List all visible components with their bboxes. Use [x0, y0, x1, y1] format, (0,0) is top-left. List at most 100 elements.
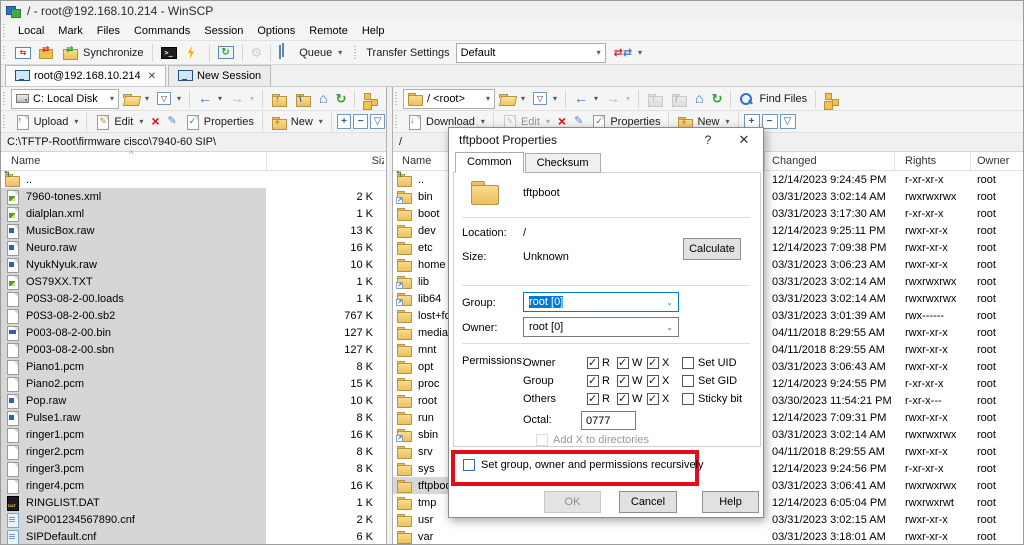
column-header-owner[interactable]: Owner — [977, 155, 1009, 167]
perm-group-r-checkbox[interactable] — [587, 375, 599, 387]
session-tab-new[interactable]: New Session — [168, 65, 271, 86]
owner-select[interactable]: root [0]⌄ — [523, 317, 679, 337]
back-button[interactable]: ←▾ — [570, 88, 602, 110]
file-row[interactable]: RINGLIST.DAT1 K — [1, 494, 386, 511]
perm-owner-x-checkbox[interactable] — [647, 357, 659, 369]
open-directory-button[interactable]: ▾ — [119, 88, 153, 110]
parent-directory-button[interactable]: ↑ — [643, 88, 667, 110]
forward-button[interactable]: →▾ — [226, 88, 258, 110]
toggle-panels-button[interactable]: ⇆ — [11, 42, 35, 64]
file-row[interactable]: SIPDefault.cnf6 K — [1, 528, 386, 545]
filter-files-button[interactable]: ▽ — [370, 114, 385, 129]
root-directory-button[interactable]: / — [667, 88, 691, 110]
preferences-button[interactable]: ⚙ — [247, 42, 267, 64]
refresh-button[interactable]: ↻ — [332, 88, 351, 110]
file-row[interactable]: P0S3-08-2-00.sb2767 K — [1, 307, 386, 324]
transfer-preset-select[interactable]: Default▾ — [456, 43, 606, 63]
menu-item-help[interactable]: Help — [355, 22, 392, 40]
session-tab-active[interactable]: root@192.168.10.214✕ — [5, 65, 166, 86]
menu-item-local[interactable]: Local — [11, 22, 51, 40]
close-tab-icon[interactable]: ✕ — [148, 71, 156, 82]
file-row[interactable]: Piano2.pcm15 K — [1, 375, 386, 392]
file-row[interactable]: OS79XX.TXT1 K — [1, 273, 386, 290]
rename-button[interactable]: ✎ — [164, 111, 181, 133]
file-row[interactable]: dialplan.xml1 K — [1, 205, 386, 222]
edit-button[interactable]: ✎Edit▾ — [91, 111, 147, 133]
new-button[interactable]: +New▾ — [267, 111, 327, 133]
queue-button[interactable]: Queue▾ — [275, 42, 346, 64]
refresh-session-button[interactable]: ↻ — [214, 42, 238, 64]
synchronize-button[interactable]: Synchronize — [59, 42, 148, 64]
file-row[interactable]: Pop.raw10 K — [1, 392, 386, 409]
column-header-name[interactable]: Name — [402, 155, 431, 167]
group-select[interactable]: root [0]⌄ — [523, 292, 679, 312]
dialog-help-icon[interactable]: ? — [691, 128, 725, 152]
refresh-button[interactable]: ↻ — [708, 88, 727, 110]
perm-owner-w-checkbox[interactable] — [617, 357, 629, 369]
column-header-size[interactable]: Size — [266, 155, 384, 167]
octal-input[interactable] — [581, 411, 636, 430]
calculate-button[interactable]: Calculate — [683, 238, 741, 260]
root-directory-button[interactable]: \ — [291, 88, 315, 110]
file-row[interactable]: ringer4.pcm16 K — [1, 477, 386, 494]
menu-item-commands[interactable]: Commands — [127, 22, 197, 40]
tab-common[interactable]: Common — [455, 152, 524, 173]
perm-owner-r-checkbox[interactable] — [587, 357, 599, 369]
select-files-button[interactable]: + — [337, 114, 352, 129]
filter-button[interactable]: ▽▾ — [529, 88, 561, 110]
perm-group-w-checkbox[interactable] — [617, 375, 629, 387]
sticky-bit-checkbox[interactable] — [682, 393, 694, 405]
recursive-checkbox[interactable] — [463, 459, 475, 471]
home-directory-button[interactable]: ⌂ — [691, 88, 707, 110]
local-path-bar[interactable]: C:\TFTP-Root\firmware cisco\7940-60 SIP\ — [1, 133, 386, 152]
file-row[interactable]: NyukNyuk.raw10 K — [1, 256, 386, 273]
file-row[interactable]: ringer2.pcm8 K — [1, 443, 386, 460]
perm-others-x-checkbox[interactable] — [647, 393, 659, 405]
add-x-checkbox[interactable] — [536, 434, 548, 446]
file-row[interactable]: SIP001234567890.cnf2 K — [1, 511, 386, 528]
file-row[interactable]: ringer1.pcm16 K — [1, 426, 386, 443]
open-putty-button[interactable] — [181, 42, 205, 64]
delete-button[interactable]: × — [147, 111, 163, 133]
tree-view-button[interactable] — [820, 88, 844, 110]
tree-view-button[interactable] — [359, 88, 383, 110]
cancel-button[interactable]: Cancel — [619, 491, 677, 513]
find-files-button[interactable]: Find Files — [735, 88, 811, 110]
open-terminal-button[interactable]: >_ — [157, 42, 181, 64]
open-directory-button[interactable]: ▾ — [495, 88, 529, 110]
file-row[interactable]: Piano1.pcm8 K — [1, 358, 386, 375]
file-row[interactable]: var03/31/2023 3:18:01 AMrwxr-xr-xroot — [393, 528, 1024, 545]
perm-others-w-checkbox[interactable] — [617, 393, 629, 405]
file-row[interactable]: ringer3.pcm8 K — [1, 460, 386, 477]
home-directory-button[interactable]: ⌂ — [315, 88, 331, 110]
transfer-options-button[interactable]: ⇄⇄▾ — [610, 42, 646, 64]
column-header-changed[interactable]: Changed — [772, 155, 817, 167]
remote-root-select[interactable]: / <root>▾ — [403, 89, 495, 109]
file-row[interactable]: 7960-tones.xml2 K — [1, 188, 386, 205]
back-button[interactable]: ←▾ — [194, 88, 226, 110]
perm-others-r-checkbox[interactable] — [587, 393, 599, 405]
menu-item-options[interactable]: Options — [250, 22, 302, 40]
filter-button[interactable]: ▽▾ — [153, 88, 185, 110]
tab-checksum[interactable]: Checksum — [525, 153, 601, 173]
file-row[interactable]: Pulse1.raw8 K — [1, 409, 386, 426]
dialog-close-icon[interactable]: ✕ — [727, 128, 761, 152]
menu-item-remote[interactable]: Remote — [302, 22, 355, 40]
ok-button[interactable]: OK — [544, 491, 601, 513]
set-uid-checkbox[interactable] — [682, 357, 694, 369]
forward-button[interactable]: →▾ — [602, 88, 634, 110]
file-row[interactable]: Neuro.raw16 K — [1, 239, 386, 256]
parent-directory-button[interactable]: ↑ — [267, 88, 291, 110]
menu-item-files[interactable]: Files — [90, 22, 127, 40]
drive-select[interactable]: C: Local Disk▾ — [11, 89, 119, 109]
file-row[interactable]: P003-08-2-00.bin127 K — [1, 324, 386, 341]
file-row[interactable]: P0S3-08-2-00.loads1 K — [1, 290, 386, 307]
set-gid-checkbox[interactable] — [682, 375, 694, 387]
perm-group-x-checkbox[interactable] — [647, 375, 659, 387]
synchronize-browsing-button[interactable] — [35, 42, 59, 64]
menu-item-mark[interactable]: Mark — [51, 22, 89, 40]
column-header-name[interactable]: Name — [11, 155, 40, 167]
file-row[interactable]: MusicBox.raw13 K — [1, 222, 386, 239]
properties-button[interactable]: ✓Properties — [181, 111, 258, 133]
unselect-files-button[interactable]: − — [353, 114, 368, 129]
